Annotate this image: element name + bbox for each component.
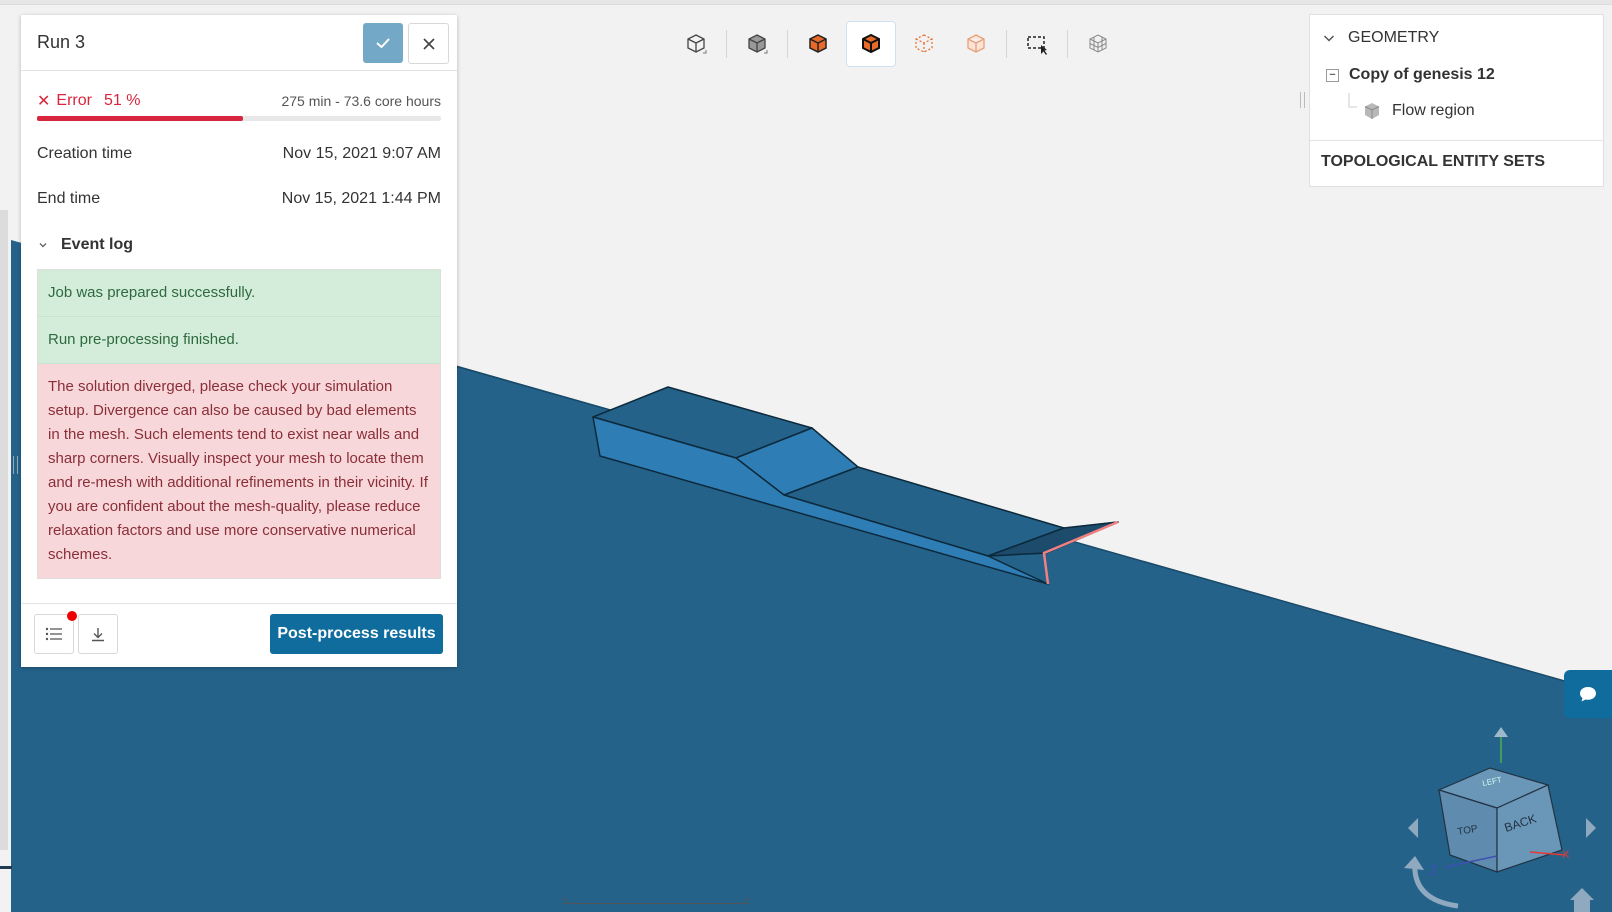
download-button[interactable]: [78, 614, 118, 654]
tree-item-flow-region-label: Flow region: [1392, 102, 1475, 119]
creation-time-label: Creation time: [37, 145, 133, 162]
event-log-toggle[interactable]: Event log: [37, 236, 133, 254]
chevron-down-icon: [1323, 35, 1335, 42]
close-icon: [422, 37, 435, 50]
scale-bar: [564, 897, 748, 904]
log-entry-success: Job was prepared successfully.: [38, 270, 440, 317]
check-icon: [376, 38, 390, 49]
solid-body-icon: [1364, 103, 1380, 119]
close-button[interactable]: [408, 23, 449, 64]
list-icon: [45, 627, 62, 641]
left-sidebar-bar: [0, 866, 12, 869]
points-box-icon[interactable]: [900, 22, 948, 66]
geometry-heading: GEOMETRY: [1348, 29, 1440, 46]
right-resize-handle[interactable]: [1300, 92, 1305, 108]
notification-dot: [67, 611, 77, 621]
creation-time-value: Nov 15, 2021 9:07 AM: [282, 145, 441, 162]
geometry-panel: GEOMETRY − Copy of genesis 12 Flow regio…: [1309, 14, 1604, 187]
end-time-label: End time: [37, 190, 101, 207]
grid-box-icon[interactable]: [1074, 22, 1122, 66]
chat-icon: [1580, 687, 1596, 702]
chevron-down-icon: [39, 243, 47, 248]
chat-button[interactable]: [1564, 670, 1612, 718]
panel-divider: [1310, 140, 1603, 141]
error-icon: ✕: [37, 93, 51, 110]
run-status: ✕ Error 51 %: [37, 91, 140, 111]
event-log-label: Event log: [61, 236, 134, 253]
progress-fill: [37, 116, 244, 121]
tree-item-flow-region[interactable]: Flow region: [1348, 93, 1475, 121]
run-panel: Run 3 ✕ Error 51 % 275 min - 73.6 core h…: [21, 15, 457, 667]
tree-item-root-label: Copy of genesis 12: [1349, 66, 1495, 83]
end-time-value: Nov 15, 2021 1:44 PM: [281, 190, 441, 207]
status-label: Error: [56, 92, 92, 109]
creation-time-row: Creation time Nov 15, 2021 9:07 AM: [37, 145, 441, 167]
orange-solid-box-icon[interactable]: [794, 22, 842, 66]
download-icon: [92, 628, 104, 642]
orange-wireframe-box-icon[interactable]: [846, 21, 896, 67]
run-panel-header: Run 3: [21, 15, 457, 71]
toolbar-divider: [1067, 30, 1068, 58]
collapse-icon[interactable]: −: [1326, 68, 1339, 82]
post-process-results-button[interactable]: Post-process results: [270, 614, 443, 654]
tree-item-root[interactable]: − Copy of genesis 12: [1326, 66, 1495, 84]
run-title: Run 3: [37, 32, 86, 52]
left-collapsed-sidebar: [0, 210, 8, 850]
geometry-section-toggle[interactable]: GEOMETRY: [1322, 29, 1439, 47]
tree-connector: [1348, 93, 1357, 108]
logs-button[interactable]: [34, 611, 77, 654]
toolbar-divider: [1006, 30, 1007, 58]
axis-x-label: X: [1562, 849, 1570, 861]
status-percent: 51 %: [103, 92, 141, 109]
run-status-row: ✕ Error 51 % 275 min - 73.6 core hours: [37, 91, 441, 111]
log-entry-error: The solution diverged, please check your…: [38, 364, 440, 578]
event-log-list: Job was prepared successfully. Run pre-p…: [37, 269, 441, 579]
solid-box-icon[interactable]: [672, 22, 720, 66]
end-time-row: End time Nov 15, 2021 1:44 PM: [37, 190, 441, 212]
left-resize-handle[interactable]: [13, 456, 18, 474]
progress-bar: [37, 116, 441, 121]
viewport-toolbar: [672, 20, 1122, 68]
toolbar-divider: [726, 30, 727, 58]
shaded-box-icon[interactable]: [733, 22, 781, 66]
log-entry-success: Run pre-processing finished.: [38, 317, 440, 364]
toolbar-divider: [787, 30, 788, 58]
transparent-box-icon[interactable]: [952, 22, 1000, 66]
axis-z-label: Z: [1429, 862, 1438, 878]
topological-entity-sets-header[interactable]: TOPOLOGICAL ENTITY SETS: [1321, 153, 1545, 171]
box-select-icon[interactable]: [1013, 22, 1061, 66]
confirm-button[interactable]: [363, 23, 403, 63]
run-duration: 275 min - 73.6 core hours: [281, 93, 441, 109]
run-panel-footer: Post-process results: [21, 603, 457, 668]
